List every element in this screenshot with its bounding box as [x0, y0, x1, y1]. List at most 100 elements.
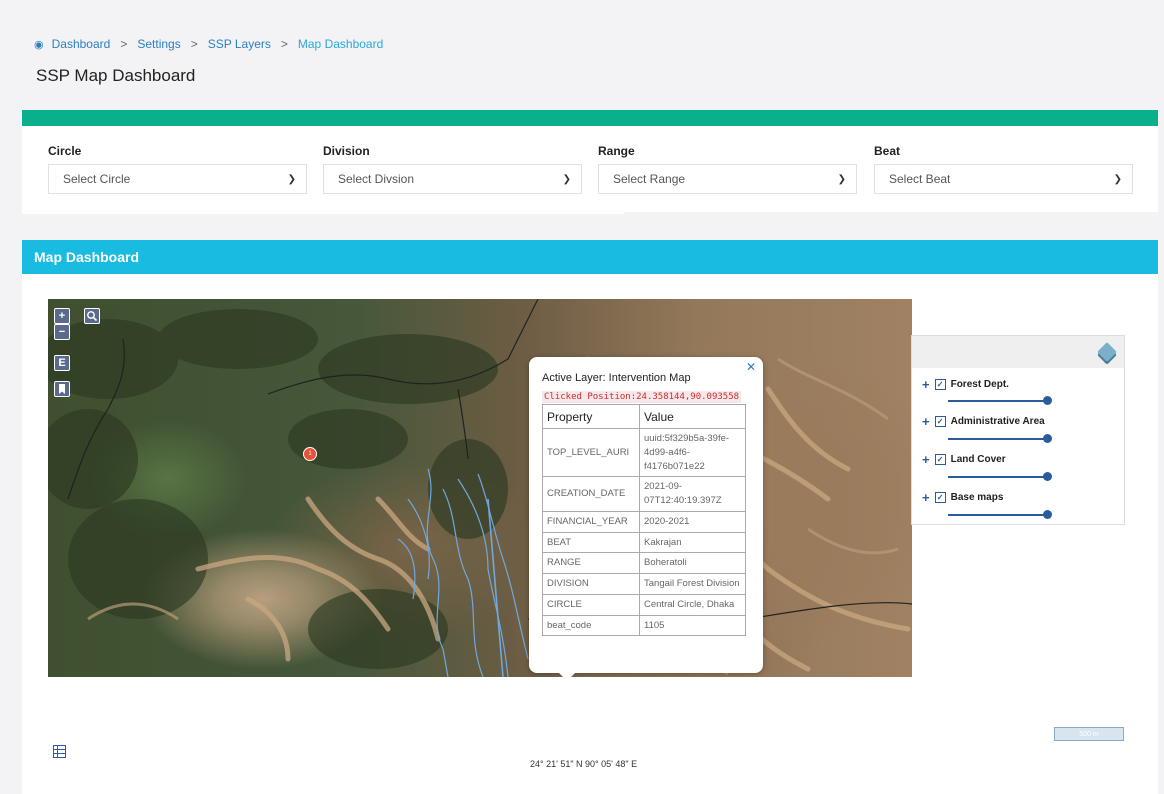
- range-select-value: Select Range: [613, 172, 686, 186]
- extent-button[interactable]: E: [54, 355, 70, 371]
- layer-label: Base maps: [950, 492, 1004, 503]
- expand-icon[interactable]: +: [922, 414, 930, 429]
- table-row: RANGE Boheratoli: [542, 552, 746, 575]
- opacity-slider[interactable]: [948, 510, 1052, 519]
- breadcrumb-ssp-layers[interactable]: SSP Layers: [208, 37, 271, 51]
- layer-label: Forest Dept.: [950, 379, 1009, 390]
- range-filter: Range Select Range ❯: [598, 144, 857, 194]
- property-cell: BEAT: [542, 531, 640, 554]
- value-cell: 2020-2021: [639, 510, 746, 533]
- property-cell: FINANCIAL_YEAR: [542, 510, 640, 533]
- map-marker[interactable]: 1: [303, 447, 317, 461]
- property-cell: DIVISION: [542, 573, 640, 595]
- table-row: DIVISION Tangail Forest Division: [542, 573, 746, 595]
- opacity-slider[interactable]: [948, 396, 1052, 405]
- zoom-out-button[interactable]: −: [54, 324, 70, 340]
- circle-select[interactable]: Select Circle ❯: [48, 164, 307, 194]
- zoom-in-button[interactable]: +: [54, 308, 70, 324]
- column-header-property: Property: [542, 404, 640, 429]
- circle-filter: Circle Select Circle ❯: [48, 144, 307, 194]
- map-view[interactable]: + − E 1 ✕ Active Layer: Intervention Map…: [48, 299, 912, 677]
- opacity-slider[interactable]: [948, 434, 1052, 443]
- table-row: CIRCLE Central Circle, Dhaka: [542, 593, 746, 616]
- list-icon[interactable]: [53, 745, 66, 758]
- circle-label: Circle: [48, 144, 82, 158]
- breadcrumb-separator: >: [190, 37, 198, 51]
- filter-card: Circle Select Circle ❯ Division Select D…: [22, 110, 1158, 236]
- mouse-position: 24° 21' 51" N 90° 05' 48" E: [530, 759, 638, 769]
- scale-bar: 500 m: [1054, 727, 1124, 741]
- beat-filter: Beat Select Beat ❯: [874, 144, 1133, 194]
- chevron-down-icon: ❯: [287, 173, 296, 185]
- division-filter: Division Select Divsion ❯: [323, 144, 582, 194]
- search-button[interactable]: [84, 308, 100, 324]
- feature-popup: ✕ Active Layer: Intervention Map Clicked…: [529, 357, 763, 677]
- breadcrumb: ◉ Dashboard > Settings > SSP Layers > Ma…: [34, 37, 383, 51]
- page-title: SSP Map Dashboard: [36, 66, 196, 85]
- breadcrumb-separator: >: [120, 37, 128, 51]
- circle-select-value: Select Circle: [63, 172, 131, 186]
- layers-icon[interactable]: [1097, 342, 1117, 362]
- checkbox-icon[interactable]: ✓: [934, 454, 946, 465]
- slider-knob[interactable]: [1043, 510, 1052, 519]
- table-row: TOP_LEVEL_AURI uuid:5f329b5a-39fe-4d99-a…: [542, 427, 746, 478]
- range-label: Range: [598, 144, 635, 158]
- layer-item-land-cover[interactable]: + ✓ Land Cover: [922, 452, 1006, 467]
- beat-select-value: Select Beat: [889, 172, 951, 186]
- filter-card-bar: [22, 110, 1158, 126]
- slider-knob[interactable]: [1043, 434, 1052, 443]
- breadcrumb-separator: >: [280, 37, 288, 51]
- table-row: FINANCIAL_YEAR 2020-2021: [542, 510, 746, 533]
- beat-label: Beat: [874, 144, 901, 158]
- bookmark-button[interactable]: [54, 381, 70, 397]
- layer-switcher-header[interactable]: [912, 336, 1124, 368]
- layer-item-administrative-area[interactable]: + ✓ Administrative Area: [922, 414, 1045, 429]
- slider-knob[interactable]: [1043, 396, 1052, 405]
- satellite-imagery: [48, 299, 912, 677]
- checkbox-icon[interactable]: ✓: [934, 379, 946, 390]
- search-icon: [87, 311, 98, 322]
- checkbox-icon[interactable]: ✓: [934, 492, 946, 503]
- value-cell: Kakrajan: [639, 531, 746, 554]
- value-cell: Boheratoli: [639, 552, 746, 575]
- value-cell: uuid:5f329b5a-39fe-4d99-a4f6-f4176b071e2…: [639, 427, 746, 478]
- property-cell: RANGE: [542, 552, 640, 575]
- bookmark-icon: [59, 384, 65, 394]
- breadcrumb-dashboard[interactable]: Dashboard: [52, 37, 111, 51]
- top-header: [22, 8, 1158, 108]
- chevron-down-icon: ❯: [837, 173, 846, 185]
- value-cell: Central Circle, Dhaka: [639, 593, 746, 616]
- clicked-position: Clicked Position:24.358144,90.093558: [542, 391, 742, 403]
- chevron-down-icon: ❯: [562, 173, 571, 185]
- property-cell: beat_code: [542, 614, 640, 637]
- attribute-table: Property Value TOP_LEVEL_AURI uuid:5f329…: [542, 404, 746, 637]
- checkbox-icon[interactable]: ✓: [934, 416, 946, 427]
- range-select[interactable]: Select Range ❯: [598, 164, 857, 194]
- expand-icon[interactable]: +: [922, 452, 930, 467]
- breadcrumb-settings[interactable]: Settings: [137, 37, 180, 51]
- beat-select[interactable]: Select Beat ❯: [874, 164, 1133, 194]
- table-row: CREATION_DATE 2021-09-07T12:40:19.397Z: [542, 476, 746, 512]
- opacity-slider[interactable]: [948, 472, 1052, 481]
- expand-icon[interactable]: +: [922, 377, 930, 392]
- expand-icon[interactable]: +: [922, 490, 930, 505]
- property-cell: CREATION_DATE: [542, 476, 640, 512]
- layer-label: Land Cover: [950, 454, 1006, 465]
- property-cell: TOP_LEVEL_AURI: [542, 427, 640, 478]
- breadcrumb-map-dashboard: Map Dashboard: [297, 37, 384, 51]
- layer-item-base-maps[interactable]: + ✓ Base maps: [922, 490, 1003, 505]
- attribute-table-scroll[interactable]: Property Value TOP_LEVEL_AURI uuid:5f329…: [542, 404, 746, 658]
- value-cell: Tangail Forest Division: [639, 573, 746, 595]
- filter-card-shade: [624, 212, 1158, 236]
- column-header-value: Value: [639, 404, 746, 429]
- value-cell: 1105: [639, 614, 746, 637]
- table-row: beat_code 1105: [542, 614, 746, 637]
- close-icon[interactable]: ✕: [746, 360, 756, 374]
- chevron-down-icon: ❯: [1113, 173, 1122, 185]
- value-cell: 2021-09-07T12:40:19.397Z: [639, 476, 746, 512]
- property-cell: CIRCLE: [542, 593, 640, 616]
- layer-item-forest-dept[interactable]: + ✓ Forest Dept.: [922, 377, 1009, 392]
- vegetation-patches: [48, 309, 508, 669]
- slider-knob[interactable]: [1043, 472, 1052, 481]
- division-select[interactable]: Select Divsion ❯: [323, 164, 582, 194]
